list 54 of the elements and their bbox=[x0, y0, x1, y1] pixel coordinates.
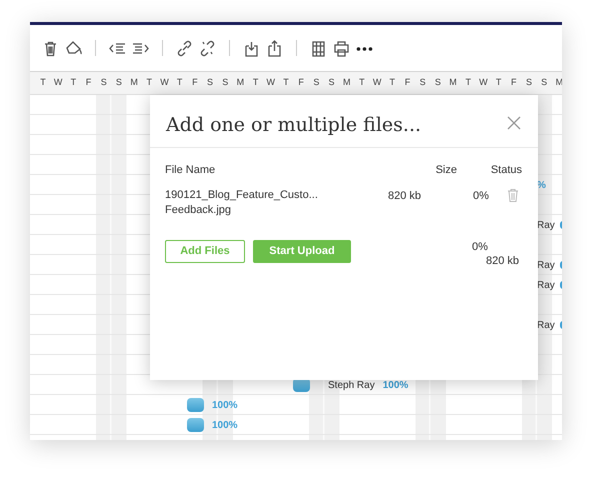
assignee-label: Steph Ray bbox=[328, 378, 375, 392]
day-label: T bbox=[388, 76, 396, 90]
assignee-label: Ray bbox=[537, 318, 555, 332]
day-label: F bbox=[297, 76, 305, 90]
column-header: Status bbox=[490, 163, 522, 178]
add-files-button[interactable]: Add Files bbox=[165, 240, 245, 262]
total-status: 0% bbox=[472, 240, 489, 254]
day-label: W bbox=[372, 76, 382, 90]
day-label: S bbox=[540, 76, 548, 90]
day-label: W bbox=[266, 76, 276, 90]
progress-label: 100% bbox=[212, 398, 238, 412]
day-label: S bbox=[434, 76, 442, 90]
day-label: S bbox=[328, 76, 336, 90]
day-label: T bbox=[176, 76, 184, 90]
day-label: S bbox=[221, 76, 230, 90]
day-label: W bbox=[52, 76, 64, 90]
day-label: T bbox=[494, 76, 502, 90]
upload-button[interactable]: Start Upload bbox=[253, 240, 351, 262]
day-label: M bbox=[448, 76, 458, 90]
day-label: W bbox=[478, 76, 489, 90]
day-label: S bbox=[206, 76, 214, 90]
file-size: 820 kb bbox=[388, 188, 422, 204]
day-label: M bbox=[342, 76, 352, 90]
upload-status: 0% bbox=[473, 188, 490, 204]
day-label: S bbox=[114, 76, 123, 90]
day-label: M bbox=[554, 76, 562, 90]
day-label: M bbox=[129, 76, 139, 90]
day-label: S bbox=[312, 76, 320, 90]
assignee-label: Ray bbox=[537, 218, 555, 232]
day-label: T bbox=[39, 76, 47, 90]
column-header: Size bbox=[436, 163, 457, 178]
day-label: T bbox=[282, 76, 290, 90]
day-label: T bbox=[252, 76, 260, 90]
day-label: F bbox=[84, 76, 92, 90]
assignee-label: Ray bbox=[537, 258, 555, 272]
total-size: 820 kb bbox=[486, 254, 520, 268]
column-header: File Name bbox=[165, 163, 216, 178]
day-label: F bbox=[404, 76, 412, 90]
day-label: S bbox=[524, 76, 533, 90]
file-name: 190121_Blog_Feature_Custo... Feedback.jpg bbox=[165, 188, 319, 218]
day-label: S bbox=[418, 76, 427, 90]
day-label: F bbox=[510, 76, 518, 90]
day-label: T bbox=[70, 76, 78, 90]
day-label: T bbox=[146, 76, 154, 90]
day-label: W bbox=[159, 76, 170, 90]
dialog-title: Add one or multiple files... bbox=[166, 113, 422, 138]
assignee-label: Ray bbox=[537, 278, 555, 292]
progress-label: 100% bbox=[382, 378, 408, 392]
day-label: T bbox=[358, 76, 366, 90]
day-label: M bbox=[236, 76, 246, 90]
progress-label: 100% bbox=[212, 418, 238, 432]
day-label: T bbox=[464, 76, 472, 90]
day-label: F bbox=[191, 76, 199, 90]
day-label: S bbox=[100, 76, 108, 90]
